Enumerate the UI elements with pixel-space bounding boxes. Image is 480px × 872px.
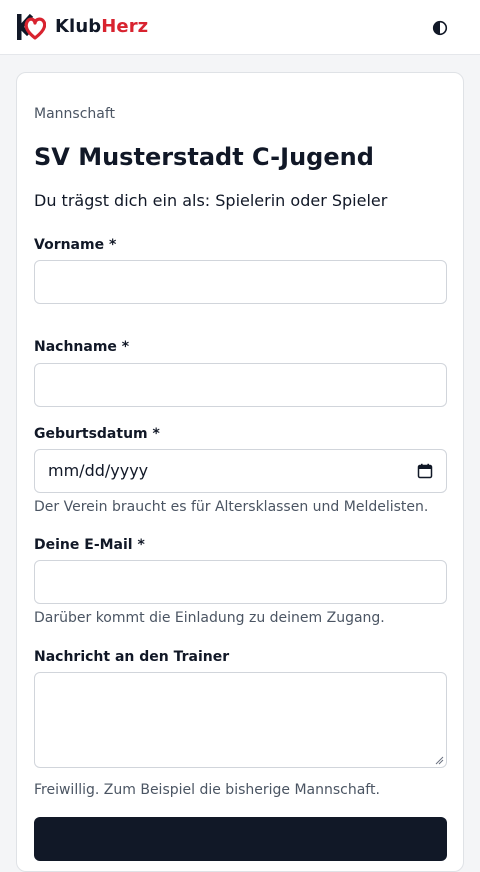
trainer-message-help-text: Freiwillig. Zum Beispiel die bisherige M…	[34, 782, 380, 798]
registration-role-text: Du trägst dich ein als: Spielerin oder S…	[34, 191, 388, 210]
birthdate-label: Geburtsdatum *	[34, 426, 160, 442]
submit-button[interactable]	[34, 817, 447, 861]
birthdate-help-text: Der Verein braucht es für Altersklassen …	[34, 499, 429, 515]
trainer-message-label: Nachricht an den Trainer	[34, 649, 230, 665]
theme-toggle-button[interactable]	[428, 16, 452, 40]
calendar-icon[interactable]	[417, 463, 433, 479]
email-help-text: Darüber kommt die Einladung zu deinem Zu…	[34, 610, 385, 626]
klubherz-logo-icon[interactable]	[16, 13, 46, 41]
birthdate-input[interactable]: mm/dd/yyyy	[34, 449, 447, 493]
last-name-input[interactable]	[34, 363, 447, 407]
half-circle-contrast-icon	[432, 20, 448, 36]
email-label: Deine E-Mail *	[34, 537, 145, 553]
first-name-label: Vorname *	[34, 237, 117, 253]
email-input[interactable]	[34, 560, 447, 604]
team-kicker: Mannschaft	[34, 106, 116, 122]
first-name-input[interactable]	[34, 260, 447, 304]
resize-grip-icon[interactable]	[434, 755, 444, 765]
trainer-message-textarea[interactable]	[34, 672, 447, 768]
top-bar: KlubHerz	[0, 0, 480, 55]
brand-name[interactable]: KlubHerz	[55, 16, 148, 38]
signup-form-card: Mannschaft SV Musterstadt C-Jugend Du tr…	[16, 72, 464, 872]
brand-name-part1: Klub	[55, 16, 102, 37]
last-name-label: Nachname *	[34, 339, 130, 355]
brand-name-part2: Herz	[101, 16, 149, 37]
team-name-heading: SV Musterstadt C-Jugend	[34, 143, 374, 171]
birthdate-placeholder: mm/dd/yyyy	[48, 461, 149, 480]
